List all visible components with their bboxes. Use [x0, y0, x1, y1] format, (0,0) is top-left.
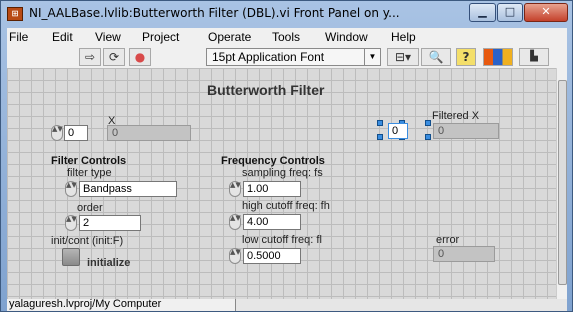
filtered-x-index-field[interactable]: 0	[388, 123, 408, 139]
scroll-thumb[interactable]	[558, 80, 567, 285]
align-objects-icon[interactable]: ⊟▾	[387, 48, 419, 66]
high-cutoff-field[interactable]: 4.00	[243, 214, 301, 230]
x-array-value: 0	[107, 125, 191, 141]
filtered-x-label: Filtered X	[432, 110, 480, 122]
vertical-scrollbar[interactable]	[556, 68, 567, 299]
sampling-freq-increment-icon[interactable]: ▲▼	[229, 181, 241, 197]
vi-icon: ▙	[519, 48, 549, 66]
labview-window: ⊞ NI_AALBase.lvlib:Butterworth Filter (D…	[0, 0, 573, 312]
error-label: error	[436, 234, 460, 246]
project-context[interactable]: yalaguresh.lvproj/My Computer	[9, 298, 161, 310]
toolbar: ⇨ ⟳ ● 15pt Application Font ▼ ⊟▾ 🔍 ? ▙	[7, 46, 567, 68]
search-icon[interactable]: 🔍	[421, 48, 451, 66]
minimize-button[interactable]: ▁	[469, 3, 496, 22]
chevron-down-icon: ▼	[364, 49, 380, 65]
maximize-button[interactable]: □	[497, 3, 523, 22]
menu-file[interactable]: File	[9, 30, 28, 44]
filter-type-label: filter type	[67, 167, 112, 179]
horizontal-scrollbar[interactable]	[235, 299, 567, 311]
menu-operate[interactable]: Operate	[208, 30, 251, 44]
filter-controls-heading: Filter Controls	[51, 155, 127, 167]
sampling-freq-label: sampling freq: fs	[242, 167, 323, 179]
low-cutoff-increment-icon[interactable]: ▲▼	[229, 248, 241, 264]
title-bar[interactable]: ⊞ NI_AALBase.lvlib:Butterworth Filter (D…	[1, 1, 572, 27]
connector-pane-icon	[483, 48, 513, 66]
window-title: NI_AALBase.lvlib:Butterworth Filter (DBL…	[29, 6, 400, 20]
order-label: order	[77, 202, 103, 214]
close-button[interactable]: ✕	[524, 3, 568, 22]
low-cutoff-field[interactable]: 0.5000	[243, 248, 301, 264]
maximize-icon: □	[504, 5, 516, 18]
selection-handle[interactable]	[377, 120, 383, 126]
labview-icon: ⊞	[7, 7, 23, 21]
filter-type-field[interactable]: Bandpass	[79, 181, 177, 197]
order-increment-icon[interactable]: ▲▼	[65, 215, 77, 231]
menu-bar: File Edit View Project Operate Tools Win…	[7, 28, 567, 46]
run-arrow-icon[interactable]: ⇨	[79, 48, 101, 66]
status-bar: yalaguresh.lvproj/My Computer	[7, 298, 567, 311]
sampling-freq-field[interactable]: 1.00	[243, 181, 301, 197]
selection-handle[interactable]	[425, 134, 431, 140]
run-continuously-icon[interactable]: ⟳	[103, 48, 125, 66]
font-select-value: 15pt Application Font	[212, 50, 325, 64]
font-select[interactable]: 15pt Application Font ▼	[206, 48, 381, 66]
menu-help[interactable]: Help	[391, 30, 416, 44]
initialize-button[interactable]	[62, 248, 80, 266]
menu-view[interactable]: View	[95, 30, 121, 44]
panel-title: Butterworth Filter	[207, 82, 325, 98]
low-cutoff-label: low cutoff freq: fl	[242, 234, 322, 246]
x-index-increment-icon[interactable]: ▲▼	[51, 125, 63, 141]
selection-handle[interactable]	[377, 134, 383, 140]
high-cutoff-increment-icon[interactable]: ▲▼	[229, 214, 241, 230]
filtered-x-array-value: 0	[433, 123, 499, 139]
error-indicator: 0	[433, 246, 495, 262]
help-icon[interactable]: ?	[456, 48, 476, 66]
frequency-controls-heading: Frequency Controls	[221, 155, 325, 167]
menu-window[interactable]: Window	[325, 30, 368, 44]
minimize-icon: ▁	[478, 5, 487, 18]
filter-type-ring-icon[interactable]: ▲▼	[65, 181, 77, 197]
initialize-label: initialize	[87, 257, 131, 269]
order-field[interactable]: 2	[79, 215, 141, 231]
x-index-field[interactable]: 0	[64, 125, 88, 141]
front-panel: Butterworth Filter X ▲▼ 0 0 Filtered X 0…	[7, 68, 556, 299]
menu-project[interactable]: Project	[142, 30, 179, 44]
abort-icon[interactable]: ●	[129, 48, 151, 66]
menu-edit[interactable]: Edit	[52, 30, 73, 44]
menu-tools[interactable]: Tools	[272, 30, 300, 44]
high-cutoff-label: high cutoff freq: fh	[242, 200, 330, 212]
selection-handle[interactable]	[425, 120, 431, 126]
close-icon: ✕	[541, 5, 551, 18]
init-cont-label: init/cont (init:F)	[51, 235, 124, 247]
